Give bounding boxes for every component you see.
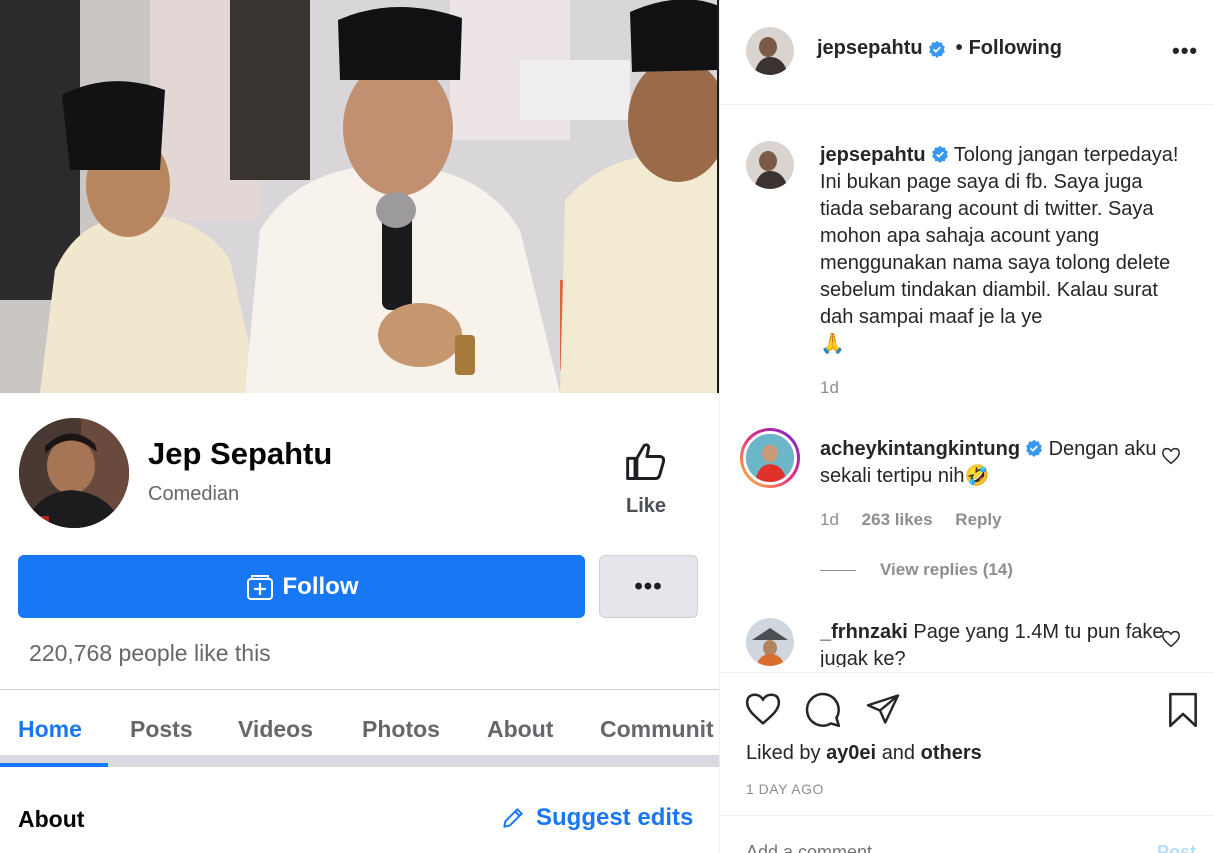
avatar-illustration <box>746 27 794 75</box>
following-button[interactable]: Following <box>969 37 1062 60</box>
comment: _frhnzaki Page yang 1.4M tu pun fake jug… <box>820 619 1185 667</box>
avatar-illustration <box>743 431 797 485</box>
pencil-icon <box>500 805 526 831</box>
avatar-illustration <box>746 141 794 189</box>
caption-meta: 1d <box>820 378 857 398</box>
follow-button[interactable]: Follow <box>18 555 585 618</box>
liked-by-and: and <box>881 742 916 764</box>
comment-icon[interactable] <box>804 691 842 729</box>
save-bookmark-icon[interactable] <box>1165 691 1201 729</box>
like-heart-icon[interactable] <box>744 691 782 727</box>
tab-videos[interactable]: Videos <box>238 716 313 743</box>
avatar-illustration <box>746 618 794 666</box>
header-user: jepsepahtu • Following <box>817 37 1062 60</box>
post-caption: jepsepahtu Tolong jangan terpedaya! Ini … <box>820 142 1185 358</box>
active-tab-indicator <box>0 763 108 767</box>
replies-line <box>820 569 856 571</box>
follow-icon <box>245 573 275 601</box>
add-comment-input[interactable] <box>746 842 1126 853</box>
page-avatar[interactable] <box>19 418 129 528</box>
commenter-avatar-story-ring[interactable] <box>740 428 800 488</box>
liked-by-others[interactable]: others <box>921 742 982 764</box>
page-category: Comedian <box>148 483 240 505</box>
post-date[interactable]: 1 DAY AGO <box>746 781 824 797</box>
instagram-post-panel: jepsepahtu • Following ••• jepsepahtu To… <box>719 0 1214 853</box>
caption-username[interactable]: jepsepahtu <box>820 144 926 166</box>
facebook-page-screenshot: Jep Sepahtu Comedian Like Follow ••• 220… <box>0 0 719 853</box>
tab-home[interactable]: Home <box>18 716 82 743</box>
tab-community[interactable]: Communit <box>600 716 714 743</box>
praying-hands-emoji: 🙏 <box>820 333 845 355</box>
separator-dot: • <box>955 37 963 59</box>
author-username[interactable]: jepsepahtu <box>817 37 923 60</box>
caption-author-avatar[interactable] <box>746 141 794 189</box>
like-page-button[interactable]: Like <box>610 440 682 522</box>
verified-badge-icon <box>1026 439 1042 457</box>
post-actions: Liked by ay0ei and others 1 DAY AGO <box>720 672 1214 815</box>
caption-text: Tolong jangan terpedaya! Ini bukan page … <box>820 144 1179 328</box>
share-paper-plane-icon[interactable] <box>864 691 902 727</box>
more-options-button[interactable]: ••• <box>599 555 698 618</box>
page-likes-count: 220,768 people like this <box>29 640 271 666</box>
author-avatar[interactable] <box>746 27 794 75</box>
view-replies-button[interactable]: View replies (14) <box>820 560 1013 580</box>
tab-posts[interactable]: Posts <box>130 716 193 743</box>
comment-meta: 1d 263 likes Reply <box>820 510 1020 530</box>
commenter-username[interactable]: acheykintangkintung <box>820 438 1020 460</box>
liked-by-summary: Liked by ay0ei and others <box>746 742 982 765</box>
add-comment-bar: Post <box>720 815 1214 853</box>
comment-likes[interactable]: 263 likes <box>862 510 933 529</box>
caption-time[interactable]: 1d <box>820 378 839 397</box>
verified-badge-icon <box>928 40 945 58</box>
comment: acheykintangkintung Dengan aku sekali te… <box>820 436 1185 490</box>
suggest-edits-label: Suggest edits <box>536 804 694 831</box>
liked-by-user[interactable]: ay0ei <box>826 742 876 764</box>
post-header: jepsepahtu • Following ••• <box>720 0 1214 105</box>
verified-badge-icon <box>931 145 948 163</box>
tab-photos[interactable]: Photos <box>362 716 440 743</box>
commenter-avatar[interactable] <box>746 618 794 666</box>
comment-time[interactable]: 1d <box>820 510 839 529</box>
about-section-title: About <box>18 806 85 832</box>
thumbs-up-icon <box>626 443 666 480</box>
laughing-emoji: 🤣 <box>964 465 990 487</box>
avatar-illustration <box>19 418 129 528</box>
suggest-edits-link[interactable]: Suggest edits <box>500 804 693 832</box>
page-tabs: Home Posts Videos Photos About Communit <box>0 689 719 767</box>
follow-label: Follow <box>282 572 359 600</box>
reply-button[interactable]: Reply <box>955 510 1001 529</box>
liked-by-prefix: Liked by <box>746 742 821 764</box>
post-comment-button[interactable]: Post <box>1157 842 1196 853</box>
page-name: Jep Sepahtu <box>148 436 333 471</box>
like-comment-heart-icon[interactable] <box>1161 447 1181 465</box>
more-options-icon[interactable]: ••• <box>1172 38 1198 64</box>
commenter-username[interactable]: _frhnzaki <box>820 621 908 643</box>
like-label: Like <box>625 495 667 517</box>
tab-about[interactable]: About <box>487 716 553 743</box>
cover-photo-illustration <box>0 0 719 393</box>
cover-photo <box>0 0 719 393</box>
like-comment-heart-icon[interactable] <box>1161 630 1181 648</box>
view-replies-label: View replies (14) <box>880 560 1013 579</box>
